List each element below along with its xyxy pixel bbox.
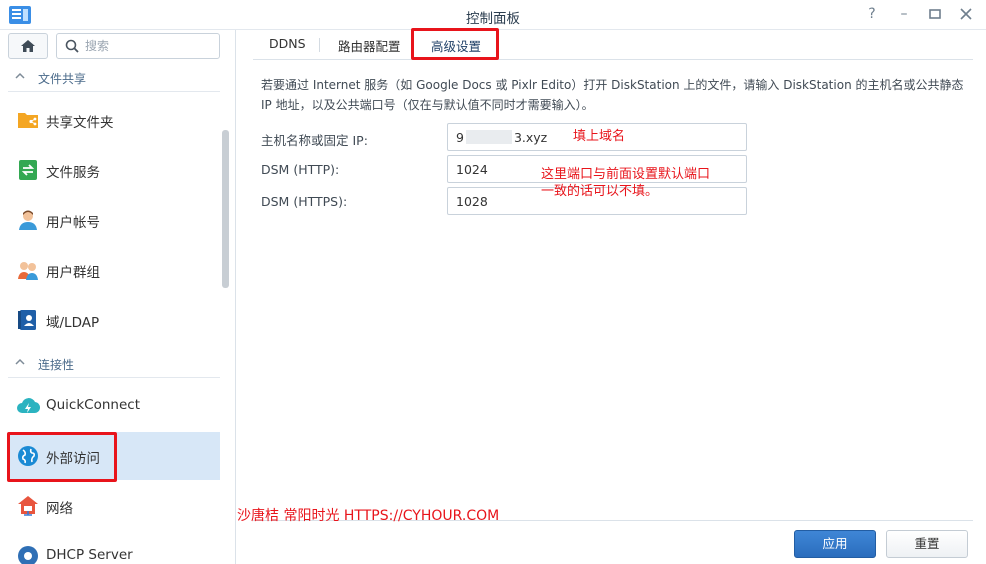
annotation-port-line1: 这里端口与前面设置默认端口 bbox=[541, 167, 711, 182]
sidebar-item-dhcp-server[interactable]: DHCP Server bbox=[8, 532, 220, 564]
quickconnect-icon bbox=[17, 398, 40, 414]
dsm-http-label: DSM (HTTP): bbox=[261, 162, 340, 177]
section-file-sharing[interactable]: 文件共享 bbox=[0, 62, 220, 92]
home-button[interactable] bbox=[8, 33, 48, 59]
sidebar-item-external-access[interactable]: 外部访问 bbox=[8, 432, 220, 480]
watermark-text: 沙唐桔 常阳时光 HTTPS://CYHOUR.COM bbox=[237, 508, 500, 524]
search-input[interactable] bbox=[85, 37, 215, 55]
dsm-https-label: DSM (HTTPS): bbox=[261, 194, 348, 209]
file-services-icon bbox=[19, 160, 37, 180]
sidebar-item-label: QuickConnect bbox=[46, 397, 140, 413]
sidebar-item-label: 文件服务 bbox=[46, 165, 100, 181]
sidebar-item-label: 网络 bbox=[46, 501, 73, 517]
sidebar-item-network[interactable]: 网络 bbox=[8, 482, 220, 530]
group-icon bbox=[18, 262, 38, 280]
sidebar: 文件共享 共享文件夹 文件服务 用户帐号 用户群组 bbox=[0, 30, 236, 564]
tab-advanced[interactable]: 高级设置 bbox=[431, 36, 481, 55]
apply-button[interactable]: 应用 bbox=[794, 530, 876, 558]
tab-ddns[interactable]: DDNS bbox=[269, 36, 306, 51]
sidebar-scrollbar[interactable] bbox=[222, 130, 229, 288]
section-label: 文件共享 bbox=[38, 72, 87, 86]
shared-folder-icon bbox=[18, 113, 38, 128]
network-icon bbox=[18, 496, 38, 516]
dhcp-server-icon bbox=[18, 546, 38, 564]
help-icon[interactable]: ? bbox=[864, 6, 880, 22]
chevron-up-icon bbox=[15, 72, 25, 79]
hostname-label: 主机名称或固定 IP: bbox=[261, 133, 368, 148]
tab-router-config[interactable]: 路由器配置 bbox=[338, 36, 401, 55]
redaction-mask bbox=[465, 130, 512, 144]
sidebar-item-label: 共享文件夹 bbox=[46, 115, 114, 131]
sidebar-item-label: 外部访问 bbox=[46, 451, 100, 467]
sidebar-item-user[interactable]: 用户帐号 bbox=[8, 196, 220, 244]
sidebar-item-label: 用户帐号 bbox=[46, 215, 100, 231]
search-field[interactable] bbox=[56, 33, 220, 59]
title-bar: 控制面板 ? – bbox=[0, 0, 986, 30]
chevron-up-icon bbox=[15, 358, 25, 365]
sidebar-item-shared-folder[interactable]: 共享文件夹 bbox=[8, 96, 220, 144]
description-text: 若要通过 Internet 服务（如 Google Docs 或 Pixlr E… bbox=[261, 78, 964, 112]
sidebar-item-file-services[interactable]: 文件服务 bbox=[8, 146, 220, 194]
sidebar-item-group[interactable]: 用户群组 bbox=[8, 246, 220, 294]
sidebar-item-quickconnect[interactable]: QuickConnect bbox=[8, 382, 220, 430]
sidebar-item-label: 域/LDAP bbox=[46, 315, 100, 331]
minimize-icon[interactable]: – bbox=[896, 6, 912, 22]
tab-bar: DDNS 路由器配置 高级设置 bbox=[253, 30, 973, 60]
external-access-icon bbox=[18, 446, 38, 466]
annotation-port-line2: 一致的话可以不填。 bbox=[541, 184, 659, 199]
sidebar-item-domain-ldap[interactable]: 域/LDAP bbox=[8, 296, 220, 344]
maximize-icon[interactable] bbox=[927, 6, 943, 22]
dsm-https-value: 1028 bbox=[456, 194, 488, 209]
search-icon bbox=[65, 39, 79, 53]
sidebar-item-label: DHCP Server bbox=[46, 547, 133, 563]
main-panel: DDNS 路由器配置 高级设置 若要通过 Internet 服务（如 Googl… bbox=[237, 30, 986, 564]
reset-button[interactable]: 重置 bbox=[886, 530, 968, 558]
section-label: 连接性 bbox=[38, 358, 75, 372]
dsm-http-value: 1024 bbox=[456, 162, 488, 177]
hostname-value: 9 3.xyz bbox=[456, 130, 548, 145]
user-icon bbox=[19, 210, 37, 230]
domain-ldap-icon bbox=[18, 310, 36, 330]
annotation-host: 填上域名 bbox=[573, 129, 626, 144]
section-connectivity[interactable]: 连接性 bbox=[0, 348, 220, 378]
close-icon[interactable] bbox=[958, 6, 974, 22]
home-icon bbox=[21, 40, 35, 52]
sidebar-item-label: 用户群组 bbox=[46, 265, 100, 281]
window-title: 控制面板 bbox=[466, 11, 520, 27]
